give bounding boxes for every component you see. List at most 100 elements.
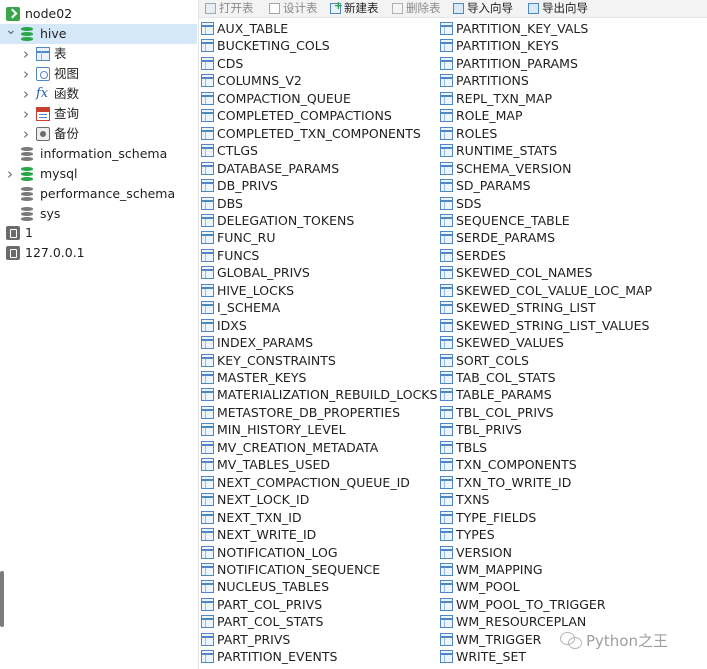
table-name: SKEWED_COL_VALUE_LOC_MAP (456, 282, 653, 298)
table-name: TABLE_PARAMS (456, 387, 552, 403)
table-icon (440, 22, 453, 35)
table-name: DBS (217, 195, 243, 211)
table-icon (201, 336, 214, 350)
table-icon (201, 528, 214, 542)
scrollbar-thumb[interactable] (0, 571, 4, 627)
tree-node-label: node02 (25, 6, 73, 21)
table-name: VERSION (456, 544, 512, 560)
connection-icon (6, 246, 20, 260)
table-icon (201, 196, 214, 210)
query-icon (36, 107, 50, 121)
import-wizard-button[interactable]: 导入向导 (453, 0, 513, 17)
table-icon (440, 405, 453, 419)
tree-node-label: 函数 (54, 86, 80, 101)
table-name: DELEGATION_TOKENS (217, 212, 355, 228)
chevron-right-icon[interactable]: › (21, 104, 31, 124)
database-icon (20, 207, 34, 221)
table-name: WM_POOL_TO_TRIGGER (456, 596, 606, 612)
open-table-label: 打开表 (219, 1, 254, 15)
table-name: INDEX_PARAMS (217, 335, 314, 351)
tree-node-label: mysql (40, 166, 78, 181)
table-icon (201, 650, 214, 664)
new-table-button[interactable]: 新建表 (330, 0, 379, 17)
tree-node-label: 127.0.0.1 (25, 245, 85, 260)
table-name: RUNTIME_STATS (456, 143, 558, 159)
view-icon (36, 67, 50, 81)
table-icon (201, 458, 214, 472)
table-name: PARTITION_KEYS (456, 38, 559, 54)
chevron-down-icon[interactable]: ⌄ (5, 20, 17, 40)
table-icon (440, 388, 453, 402)
table-name: FUNCS (217, 247, 260, 263)
table-name: PARTITION_KEY_VALS (456, 21, 589, 36)
function-icon: fx (36, 86, 49, 101)
table-name: SCHEMA_VERSION (456, 160, 572, 176)
table-icon (201, 91, 214, 105)
export-wizard-label: 导出向导 (542, 1, 588, 15)
table-name: TAB_COL_STATS (456, 370, 556, 385)
table-icon (201, 615, 214, 629)
table-name: FUNC_RU (217, 230, 276, 246)
table-name: TXN_TO_WRITE_ID (456, 474, 572, 490)
table-icon (201, 39, 214, 53)
table-icon (440, 39, 453, 53)
table-name: TXN_COMPONENTS (456, 457, 577, 473)
table-icon (440, 458, 453, 472)
delete-table-button[interactable]: 删除表 (392, 0, 441, 17)
table-name: GLOBAL_PRIVS (217, 265, 310, 281)
export-wizard-button[interactable]: 导出向导 (528, 0, 588, 17)
table-icon (201, 353, 214, 367)
connection-icon (6, 7, 20, 21)
table-icon (201, 475, 214, 489)
table-icon (201, 301, 214, 315)
table-icon (440, 301, 453, 315)
table-name: TBL_PRIVS (456, 422, 522, 438)
table-name: MATERIALIZATION_REBUILD_LOCKS (217, 387, 438, 403)
table-name: COMPLETED_TXN_COMPONENTS (217, 125, 421, 141)
chevron-right-icon[interactable]: › (21, 124, 31, 144)
new-table-icon (330, 0, 343, 14)
table-name: WM_MAPPING (456, 561, 543, 577)
wechat-icon (560, 631, 582, 649)
table-name: WRITE_SET (456, 649, 526, 665)
table-icon (201, 371, 214, 384)
table-icon (440, 597, 453, 611)
tree-node-label: performance_schema (40, 186, 176, 201)
table-icon (440, 562, 453, 576)
table-name: HIVE_LOCKS (217, 282, 295, 298)
table-name: COLUMNS_V2 (217, 73, 302, 89)
table-icon (440, 336, 453, 350)
table-icon (440, 510, 453, 524)
open-table-button[interactable]: 打开表 (205, 0, 254, 17)
table-name: DATABASE_PARAMS (217, 160, 340, 176)
table-name: PARTITIONS (456, 73, 529, 89)
table-name: SKEWED_STRING_LIST_VALUES (456, 317, 650, 333)
tree-node-label: 备份 (54, 126, 80, 141)
table-name: AUX_TABLE (217, 21, 289, 36)
tree-node-label: sys (40, 206, 61, 221)
chevron-right-icon[interactable]: › (21, 64, 31, 84)
table-name: MV_CREATION_METADATA (217, 439, 379, 455)
tree-node-hive[interactable]: ⌄ hive (0, 22, 197, 44)
chevron-right-icon[interactable]: › (5, 164, 15, 184)
chevron-right-icon[interactable]: › (21, 84, 31, 104)
tree-node-label: 查询 (54, 106, 80, 121)
navigation-tree: node02 ⌄ hive › 表 › 视图 › fx 函数 › 查询 › 备份 information_s… (0, 0, 199, 669)
tree-node-label: 1 (25, 225, 33, 240)
table-icon (201, 388, 214, 402)
design-table-button[interactable]: 设计表 (269, 0, 318, 17)
table-name: WM_POOL (456, 579, 520, 595)
table-name: METASTORE_DB_PROPERTIES (217, 404, 401, 420)
table-name: TXNS (456, 492, 490, 508)
chevron-right-icon[interactable]: › (21, 44, 31, 64)
database-icon (20, 187, 34, 201)
table-name: MIN_HISTORY_LEVEL (217, 422, 346, 438)
table-icon (201, 179, 214, 193)
table-icon (201, 109, 214, 123)
table-name: TBL_COL_PRIVS (456, 404, 554, 420)
table-icon (440, 475, 453, 489)
table-icon (440, 231, 453, 245)
tree-node-label: information_schema (40, 146, 168, 161)
connection-icon (6, 226, 20, 240)
table-name: COMPLETED_COMPACTIONS (217, 108, 392, 124)
